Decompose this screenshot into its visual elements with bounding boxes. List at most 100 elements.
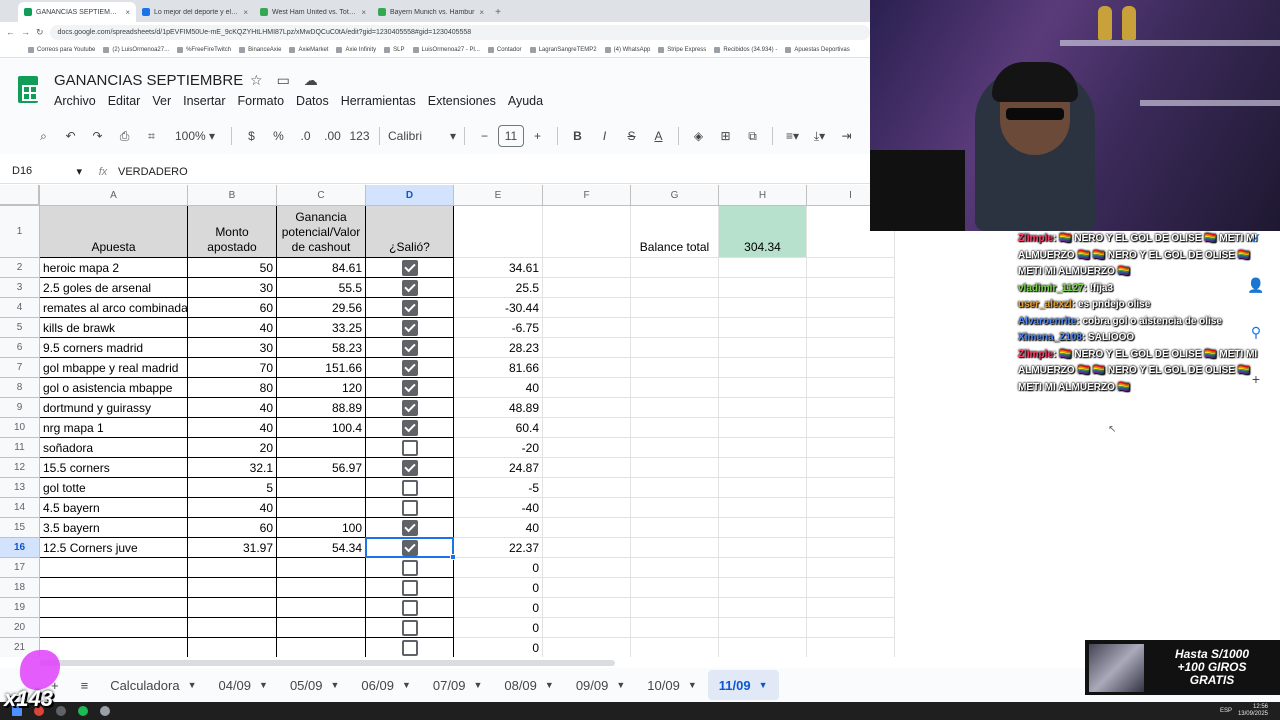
cell-e[interactable]: 25.5: [454, 278, 543, 298]
cell[interactable]: [719, 258, 807, 278]
add-addon-icon[interactable]: +: [1252, 371, 1260, 387]
cell[interactable]: [543, 638, 631, 657]
maps-icon[interactable]: ⚲: [1251, 324, 1261, 341]
cell[interactable]: [807, 298, 895, 318]
cell-b[interactable]: [188, 598, 277, 618]
cell-e[interactable]: 60.4: [454, 418, 543, 438]
cell[interactable]: [807, 398, 895, 418]
sheet-tab[interactable]: Calculadora ▼: [99, 670, 207, 700]
cell-a[interactable]: 12.5 Corners juve: [40, 538, 188, 558]
row-header[interactable]: 8: [0, 378, 40, 398]
chevron-down-icon[interactable]: ▼: [545, 680, 554, 690]
menu-item[interactable]: Formato: [238, 94, 285, 108]
checkbox-unchecked-icon[interactable]: [401, 479, 418, 496]
menu-item[interactable]: Ayuda: [508, 94, 543, 108]
cell[interactable]: [807, 438, 895, 458]
cell[interactable]: [543, 598, 631, 618]
checkbox-checked-icon[interactable]: [401, 379, 418, 396]
cell-e[interactable]: 0: [454, 558, 543, 578]
cell-e[interactable]: 0: [454, 638, 543, 657]
row-header[interactable]: 16: [0, 538, 40, 558]
cell[interactable]: [543, 618, 631, 638]
cell-a[interactable]: kills de brawk: [40, 318, 188, 338]
cell-a[interactable]: 3.5 bayern: [40, 518, 188, 538]
document-title[interactable]: GANANCIAS SEPTIEMBRE: [54, 72, 243, 89]
cell-b[interactable]: 80: [188, 378, 277, 398]
all-sheets-icon[interactable]: ≡: [70, 670, 100, 700]
cell[interactable]: [631, 498, 719, 518]
bookmark-item[interactable]: AxieMarket: [289, 46, 328, 53]
increase-font-size-button[interactable]: +: [524, 124, 551, 148]
cell-a[interactable]: [40, 618, 188, 638]
checkbox-unchecked-icon[interactable]: [401, 439, 418, 456]
close-icon[interactable]: ×: [479, 8, 484, 17]
checkbox-unchecked-icon[interactable]: [401, 499, 418, 516]
chevron-down-icon[interactable]: ▼: [616, 680, 625, 690]
cell-b[interactable]: 40: [188, 418, 277, 438]
bookmark-item[interactable]: (4) WhatsApp: [604, 46, 650, 53]
column-header[interactable]: D: [366, 185, 454, 206]
cell[interactable]: [719, 438, 807, 458]
cell[interactable]: [719, 478, 807, 498]
column-header[interactable]: E: [454, 185, 543, 206]
chevron-down-icon[interactable]: ▼: [331, 680, 340, 690]
cell-b[interactable]: 60: [188, 518, 277, 538]
cell-e[interactable]: 0: [454, 578, 543, 598]
cell-e[interactable]: -40: [454, 498, 543, 518]
menu-item[interactable]: Extensiones: [428, 94, 496, 108]
zoom-select[interactable]: 100% ▾: [165, 124, 225, 148]
column-header[interactable]: G: [631, 185, 719, 206]
checkbox-cell[interactable]: [366, 618, 454, 638]
cell[interactable]: [543, 458, 631, 478]
cell[interactable]: [719, 398, 807, 418]
paint-format-icon[interactable]: ⌗: [138, 124, 165, 148]
contacts-icon[interactable]: 👤: [1247, 277, 1264, 294]
cell-b[interactable]: [188, 558, 277, 578]
decrease-decimal-button[interactable]: .0: [292, 124, 319, 148]
cloud-status-icon[interactable]: ☁: [304, 72, 318, 89]
checkbox-checked-icon[interactable]: [401, 399, 418, 416]
menu-item[interactable]: Archivo: [54, 94, 96, 108]
cell[interactable]: [631, 358, 719, 378]
search-menus-icon[interactable]: ⌕: [30, 124, 57, 148]
cell[interactable]: [543, 298, 631, 318]
cell-a[interactable]: soñadora: [40, 438, 188, 458]
row-header[interactable]: 14: [0, 498, 40, 518]
sheet-tab[interactable]: 10/09 ▼: [636, 670, 707, 700]
checkbox-cell[interactable]: [366, 378, 454, 398]
select-all-corner[interactable]: [0, 185, 40, 206]
checkbox-checked-icon[interactable]: [401, 319, 418, 336]
cell[interactable]: [719, 298, 807, 318]
cell[interactable]: [719, 498, 807, 518]
checkbox-cell[interactable]: [366, 538, 454, 558]
column-header[interactable]: C: [277, 185, 366, 206]
cell-c[interactable]: [277, 638, 366, 657]
cell[interactable]: [807, 618, 895, 638]
text-wrap-icon[interactable]: ⇥: [833, 124, 860, 148]
cell[interactable]: [543, 518, 631, 538]
cell-e[interactable]: -20: [454, 438, 543, 458]
cell-a[interactable]: nrg mapa 1: [40, 418, 188, 438]
checkbox-checked-icon[interactable]: [401, 299, 418, 316]
cell[interactable]: [631, 598, 719, 618]
cell-b[interactable]: 70: [188, 358, 277, 378]
clock[interactable]: 12:56 13/09/2025: [1238, 704, 1268, 718]
cell-e[interactable]: 48.89: [454, 398, 543, 418]
cell-b[interactable]: 5: [188, 478, 277, 498]
cell[interactable]: [807, 258, 895, 278]
checkbox-checked-icon[interactable]: [401, 459, 418, 476]
cell[interactable]: [631, 378, 719, 398]
balance-label[interactable]: Balance total: [631, 206, 719, 258]
cell-b[interactable]: 40: [188, 498, 277, 518]
cell-c[interactable]: 56.97: [277, 458, 366, 478]
cell-c[interactable]: [277, 578, 366, 598]
cell-a[interactable]: gol o asistencia mbappe: [40, 378, 188, 398]
checkbox-checked-icon[interactable]: [401, 539, 418, 556]
cell-a[interactable]: [40, 578, 188, 598]
cell[interactable]: [807, 598, 895, 618]
menu-item[interactable]: Editar: [108, 94, 141, 108]
row-header[interactable]: 5: [0, 318, 40, 338]
forward-icon[interactable]: →: [21, 27, 30, 37]
cell[interactable]: [631, 398, 719, 418]
row-header[interactable]: 11: [0, 438, 40, 458]
